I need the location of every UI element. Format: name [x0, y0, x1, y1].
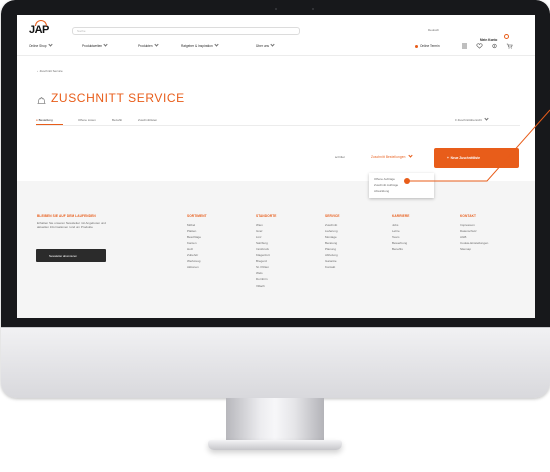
footer-link[interactable]: Cookie-Einstellungen: [460, 241, 488, 245]
filter-dropdown: Offene Aufträge Zuschnitt Aufträge Abwic…: [369, 173, 434, 198]
calendar-icon: [415, 44, 418, 48]
footer-link[interactable]: Dornbirn: [256, 277, 277, 281]
footer-link[interactable]: Innsbruck: [256, 247, 277, 251]
footer-link[interactable]: Zubehör: [187, 253, 207, 257]
footer-link[interactable]: Datenschutz: [460, 229, 488, 233]
footer-link[interactable]: Lehre: [392, 229, 409, 233]
nav-produktwelten[interactable]: Produktwelten: [82, 42, 108, 48]
account-icon: [503, 34, 509, 40]
footer-link[interactable]: Lieferung: [325, 229, 340, 233]
footer-link[interactable]: Jobs: [392, 223, 409, 227]
monitor: JAP Suche Deutsch Mein Konto Online Shop…: [1, 0, 550, 398]
nav-online-shop[interactable]: Online Shop: [29, 42, 53, 48]
account-label: Mein Konto: [480, 38, 498, 42]
tab-bestellung[interactable]: ● Bestellung: [36, 118, 53, 122]
footer-link[interactable]: Holz: [187, 247, 207, 251]
footer-column-sortiment: SORTIMENT Möbel Platten Beschläge Kanten…: [187, 214, 207, 270]
footer-text: aktuellen Informationen rund um Produkte: [37, 225, 93, 229]
nav-ueber-uns[interactable]: Über uns: [256, 42, 275, 48]
footer-link[interactable]: Klagenfurt: [256, 253, 277, 257]
new-list-button[interactable]: + Neue Zuschnittliste: [434, 148, 519, 168]
monitor-chin: [1, 327, 550, 398]
tabs-divider: [36, 125, 520, 126]
footer-link[interactable]: Salzburg: [256, 241, 277, 245]
camera-dot: [275, 8, 277, 10]
monitor-stand-neck: [226, 398, 324, 444]
back-link[interactable]: ‹ Zuschnitt Service: [37, 69, 63, 73]
footer-link[interactable]: Beschläge: [187, 235, 207, 239]
search-input[interactable]: Suche: [72, 27, 300, 35]
newsletter-button[interactable]: Newsletter abonnieren: [36, 249, 106, 262]
settings-icon[interactable]: [491, 43, 498, 49]
footer-link[interactable]: Werkzeug: [187, 259, 207, 263]
footer-link[interactable]: Platten: [187, 229, 207, 233]
filter-label: ⊟ Filter: [335, 155, 346, 159]
footer-link[interactable]: Wels: [256, 271, 277, 275]
search-placeholder: Suche: [77, 29, 86, 33]
tab-bezahlt[interactable]: Bezahlt: [112, 118, 122, 122]
footer-column-kontakt: KONTAKT Impressum Datenschutz AGB Cookie…: [460, 214, 489, 251]
nav-produkten[interactable]: Produkten: [138, 42, 159, 48]
footer-link[interactable]: Linz: [256, 235, 277, 239]
footer-link[interactable]: Sitemap: [460, 247, 488, 251]
language-select[interactable]: Deutsch: [428, 28, 439, 32]
footer-heading: BLEIBEN SIE AUF DEM LAUFENDEN: [37, 214, 96, 218]
footer-link[interactable]: Kontakt: [325, 265, 340, 269]
footer-link[interactable]: Aktionen: [187, 265, 207, 269]
footer-link[interactable]: Abholung: [325, 253, 340, 257]
new-list-button-label: + Neue Zuschnittliste: [447, 156, 481, 160]
heart-icon[interactable]: [476, 43, 483, 49]
footer-link[interactable]: Impressum: [460, 223, 488, 227]
cart-icon[interactable]: [506, 43, 513, 49]
list-icon: ≡: [455, 118, 457, 122]
footer-link[interactable]: Wien: [256, 223, 277, 227]
dropdown-option[interactable]: Offene Aufträge: [374, 177, 395, 181]
footer-column-service: SERVICE Zuschnitt Lieferung Montage Bera…: [325, 214, 340, 270]
footer-link[interactable]: Möbel: [187, 223, 207, 227]
newsletter-button-label: Newsletter abonnieren: [49, 253, 77, 258]
footer-column-standorte: STANDORTE Wien Graz Linz Salzburg Innsbr…: [256, 214, 277, 288]
page-title: ZUSCHNITT SERVICE: [51, 91, 185, 105]
footer-link[interactable]: Bregenz: [256, 259, 277, 263]
cut-overview-link[interactable]: ≡ Zuschnittübersicht: [455, 116, 489, 122]
monitor-stand-base: [208, 440, 342, 450]
nav-divider: [17, 55, 535, 56]
footer-column-karriere: KARRIERE Jobs Lehre Team Bewerbung Benef…: [392, 214, 410, 251]
tab-zuschnittlisten[interactable]: Zuschnittlisten: [138, 118, 157, 122]
footer-link[interactable]: Graz: [256, 229, 277, 233]
footer-link[interactable]: AGB: [460, 235, 488, 239]
nav-ratgeber[interactable]: Ratgeber & Inspiration: [181, 42, 219, 48]
online-termin-link[interactable]: Online Termin: [415, 44, 440, 48]
footer-link[interactable]: Beratung: [325, 241, 340, 245]
logo[interactable]: JAP: [29, 20, 49, 36]
tab-offene-listen[interactable]: Offene Listen: [78, 118, 96, 122]
filter-select[interactable]: Zuschnitt Bestellungen: [371, 153, 414, 159]
footer-link[interactable]: Villach: [256, 284, 277, 288]
footer-link[interactable]: Kanten: [187, 241, 207, 245]
menu-icon[interactable]: [461, 43, 468, 49]
footer-link[interactable]: Planung: [325, 247, 340, 251]
footer-link[interactable]: Team: [392, 235, 409, 239]
footer-link[interactable]: Benefits: [392, 247, 409, 251]
footer-link[interactable]: St. Pölten: [256, 265, 277, 269]
saw-icon: [36, 93, 47, 104]
footer-link[interactable]: Zuschnitt: [325, 223, 340, 227]
dropdown-option[interactable]: Abwicklung: [374, 189, 389, 193]
dropdown-option[interactable]: Zuschnitt Aufträge: [374, 183, 398, 187]
camera-dot: [312, 8, 314, 10]
footer-link[interactable]: Garantie: [325, 259, 340, 263]
footer-link[interactable]: Bewerbung: [392, 241, 409, 245]
logo-arch-icon: [35, 20, 47, 26]
screen: JAP Suche Deutsch Mein Konto Online Shop…: [17, 15, 535, 318]
footer-link[interactable]: Montage: [325, 235, 340, 239]
